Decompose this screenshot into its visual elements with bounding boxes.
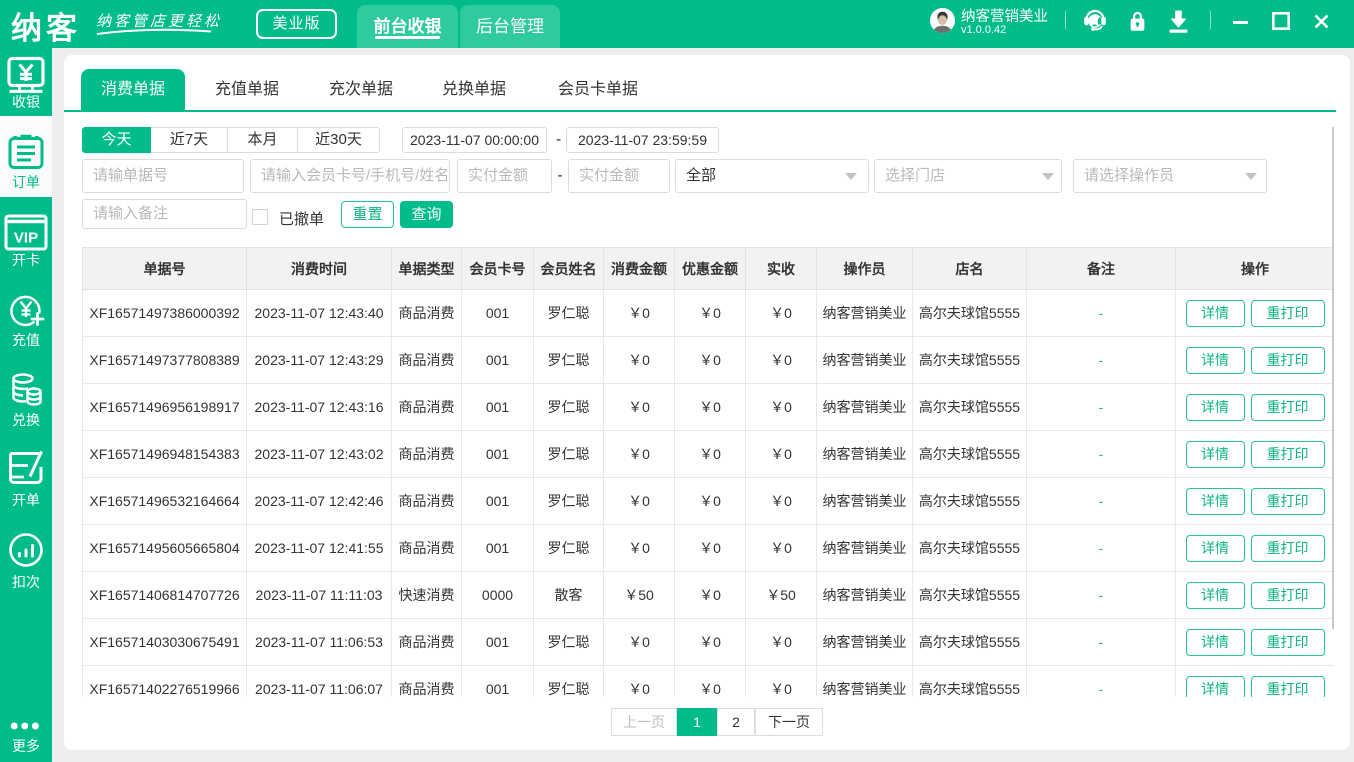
svg-text:VIP: VIP bbox=[14, 230, 38, 247]
